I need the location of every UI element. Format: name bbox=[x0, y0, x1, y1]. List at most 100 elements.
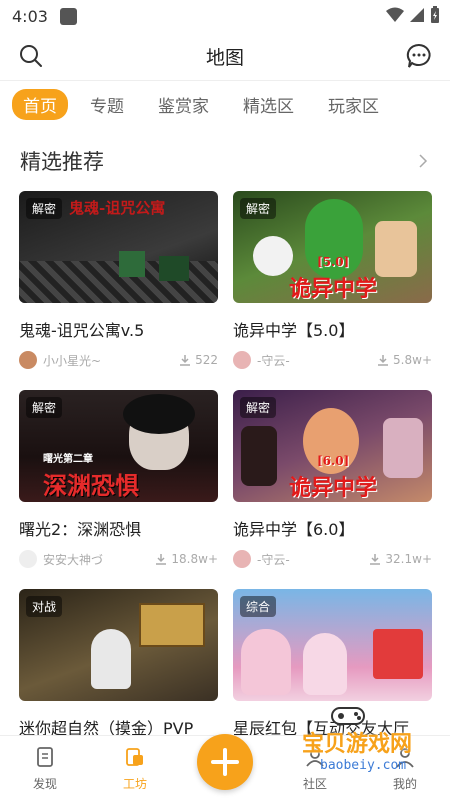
card-tag: 解密 bbox=[240, 198, 277, 219]
section-header: 精选推荐 bbox=[0, 131, 450, 191]
card-tag: 解密 bbox=[26, 397, 63, 418]
status-bar: 4:03 bbox=[0, 0, 450, 32]
download-count: 5.8w+ bbox=[393, 353, 432, 367]
card-tag: 综合 bbox=[240, 596, 277, 617]
card-image-text: 诡异中学 bbox=[289, 475, 378, 501]
card-thumbnail[interactable]: 解密 曙光第二章 深渊恐惧 bbox=[19, 390, 218, 502]
section-title: 精选推荐 bbox=[20, 150, 104, 174]
card-tag: 对战 bbox=[26, 596, 63, 617]
download-icon bbox=[180, 355, 191, 366]
status-icons bbox=[386, 6, 440, 24]
map-card[interactable]: 解密 [6.0] 诡异中学 诡异中学【6.0】 -守云- 32.1w+ bbox=[233, 390, 432, 589]
app-header: 地图 bbox=[0, 32, 450, 81]
map-grid: 解密 鬼魂-诅咒公寓 鬼魂-诅咒公寓v.5 小小星光~ 522 解密 [5.0]… bbox=[0, 191, 450, 788]
card-meta: -守云- 32.1w+ bbox=[233, 550, 432, 568]
card-downloads: 18.8w+ bbox=[155, 552, 218, 566]
search-icon[interactable] bbox=[18, 43, 44, 69]
map-card[interactable]: 解密 [5.0] 诡异中学 诡异中学【5.0】 -守云- 5.8w+ bbox=[233, 191, 432, 390]
card-title[interactable]: 鬼魂-诅咒公寓v.5 bbox=[19, 317, 218, 341]
map-card[interactable]: 解密 曙光第二章 深渊恐惧 曙光2：深渊恐惧 安安大神づ 18.8w+ bbox=[19, 390, 218, 589]
card-thumbnail[interactable]: 综合 bbox=[233, 589, 432, 701]
scene-panel bbox=[139, 603, 205, 647]
notification-icon bbox=[59, 7, 77, 25]
watermark-text: 宝贝游戏网 bbox=[302, 732, 413, 757]
card-meta: 小小星光~ 522 bbox=[19, 351, 218, 369]
card-title[interactable]: 诡异中学【5.0】 bbox=[233, 317, 432, 341]
battery-icon bbox=[431, 6, 439, 23]
card-thumbnail[interactable]: 解密 鬼魂-诅咒公寓 bbox=[19, 191, 218, 303]
card-thumbnail[interactable]: 解密 [5.0] 诡异中学 bbox=[233, 191, 432, 303]
author-name: -守云- bbox=[257, 353, 290, 368]
wifi-icon bbox=[386, 7, 404, 22]
tab-featured[interactable]: 精选区 bbox=[243, 89, 294, 120]
scene-redpacket bbox=[373, 629, 423, 679]
card-title[interactable]: 曙光2：深渊恐惧 bbox=[19, 516, 218, 540]
card-author[interactable]: -守云- bbox=[233, 550, 290, 568]
card-image-text: 鬼魂-诅咒公寓 bbox=[69, 199, 166, 217]
avatar bbox=[233, 550, 251, 568]
card-author[interactable]: 小小星光~ bbox=[19, 351, 101, 369]
scene-bin bbox=[159, 256, 189, 281]
watermark: 宝贝游戏网 baobeiy.com bbox=[290, 707, 420, 784]
avatar bbox=[19, 550, 37, 568]
card-tag: 解密 bbox=[26, 198, 63, 219]
gamepad-icon bbox=[331, 707, 365, 725]
card-downloads: 5.8w+ bbox=[377, 353, 432, 367]
add-button[interactable] bbox=[197, 734, 253, 790]
nav-discover[interactable]: 发现 bbox=[0, 746, 90, 800]
card-meta: -守云- 5.8w+ bbox=[233, 351, 432, 369]
download-count: 18.8w+ bbox=[171, 552, 218, 566]
add-icon bbox=[211, 748, 239, 776]
card-image-sub: 曙光第二章 bbox=[43, 454, 93, 465]
signal-icon bbox=[410, 8, 424, 22]
author-name: -守云- bbox=[257, 552, 290, 567]
card-downloads: 522 bbox=[179, 353, 218, 367]
card-title[interactable]: 诡异中学【6.0】 bbox=[233, 516, 432, 540]
status-time: 4:03 bbox=[12, 6, 48, 26]
download-icon bbox=[370, 554, 381, 565]
card-meta: 安安大神づ 18.8w+ bbox=[19, 550, 218, 568]
avatar bbox=[19, 351, 37, 369]
message-icon[interactable] bbox=[406, 43, 432, 69]
scene-hair bbox=[123, 394, 195, 434]
card-thumbnail[interactable]: 对战 bbox=[19, 589, 218, 701]
map-card[interactable]: 解密 鬼魂-诅咒公寓 鬼魂-诅咒公寓v.5 小小星光~ 522 bbox=[19, 191, 218, 390]
scene-character bbox=[375, 221, 417, 277]
scene-character bbox=[383, 418, 423, 478]
download-icon bbox=[156, 554, 167, 565]
nav-workshop[interactable]: 工坊 bbox=[90, 746, 180, 800]
download-icon bbox=[378, 355, 389, 366]
author-name: 小小星光~ bbox=[43, 353, 102, 368]
page-title: 地图 bbox=[205, 46, 244, 69]
tab-connoisseur[interactable]: 鉴赏家 bbox=[158, 89, 209, 120]
card-image-sub: [6.0] bbox=[317, 454, 350, 468]
card-author[interactable]: -守云- bbox=[233, 351, 290, 369]
author-name: 安安大神づ bbox=[43, 552, 104, 567]
scene-character bbox=[303, 633, 347, 695]
category-tabs: 首页 专题 鉴赏家 精选区 玩家区 bbox=[0, 81, 450, 127]
avatar bbox=[233, 351, 251, 369]
download-count: 32.1w+ bbox=[385, 552, 432, 566]
scene-character bbox=[241, 426, 277, 486]
card-tag: 解密 bbox=[240, 397, 277, 418]
tab-home[interactable]: 首页 bbox=[12, 88, 68, 120]
chevron-right-icon[interactable] bbox=[416, 154, 430, 168]
watermark-url: baobeiy.com bbox=[320, 758, 407, 773]
scene-bin bbox=[119, 251, 145, 277]
card-image-sub: [5.0] bbox=[317, 255, 350, 269]
nav-label: 发现 bbox=[32, 777, 57, 791]
card-image-text: 诡异中学 bbox=[289, 276, 378, 302]
scene-character bbox=[91, 629, 131, 689]
card-downloads: 32.1w+ bbox=[369, 552, 432, 566]
card-author[interactable]: 安安大神づ bbox=[19, 550, 103, 568]
card-thumbnail[interactable]: 解密 [6.0] 诡异中学 bbox=[233, 390, 432, 502]
tab-topics[interactable]: 专题 bbox=[90, 89, 124, 120]
download-count: 522 bbox=[195, 353, 218, 367]
discover-icon bbox=[37, 747, 53, 767]
card-image-text: 深渊恐惧 bbox=[43, 471, 139, 500]
scene-character bbox=[241, 629, 291, 695]
tab-players[interactable]: 玩家区 bbox=[328, 89, 379, 120]
workshop-icon bbox=[126, 748, 143, 766]
nav-label: 工坊 bbox=[122, 777, 147, 791]
